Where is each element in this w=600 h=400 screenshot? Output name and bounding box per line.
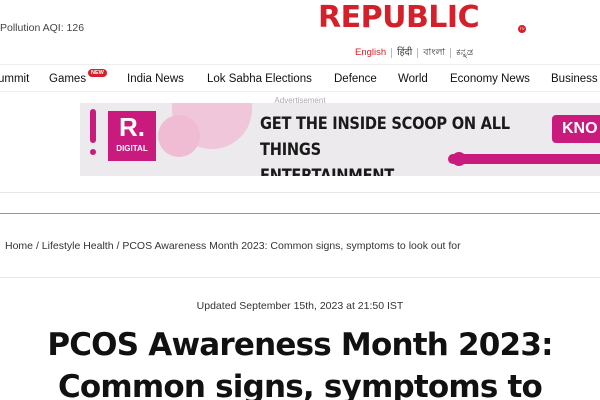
breadcrumb-lifestyle-health[interactable]: Lifestyle Health — [42, 240, 114, 252]
breadcrumb-separator: / — [35, 240, 39, 252]
top-header: Pollution AQI: 126 REPUBLIC TV — [0, 0, 600, 44]
divider — [0, 277, 600, 278]
nav-item-games[interactable]: Games — [49, 73, 86, 85]
ad-headline: GET THE INSIDE SCOOP ON ALL THINGS ENTER… — [260, 111, 518, 176]
lang-bangla[interactable]: বাংলা — [418, 48, 452, 58]
republic-logo[interactable]: REPUBLIC — [318, 2, 480, 34]
nav-item-business[interactable]: Business — [551, 73, 598, 85]
new-badge: NEW — [88, 69, 107, 77]
ad-headline-line2: ENTERTAINMENT — [260, 166, 395, 176]
breadcrumb-separator: / — [116, 240, 120, 252]
exclamation-icon — [90, 109, 96, 143]
nav-item-lok-sabha-elections[interactable]: Lok Sabha Elections — [207, 73, 312, 85]
nav-item-economy-news[interactable]: Economy News — [450, 73, 530, 85]
language-switcher: English हिंदी বাংলা ಕನ್ನಡ — [355, 48, 478, 58]
ad-decor-dot — [452, 152, 466, 166]
breadcrumb: Home / Lifestyle Health / PCOS Awareness… — [5, 240, 461, 252]
ad-banner[interactable]: R. DIGITAL GET THE INSIDE SCOOP ON ALL T… — [80, 103, 600, 176]
logo-tv-badge: TV — [518, 25, 526, 33]
r-logo-sub: DIGITAL — [116, 144, 148, 153]
lang-kannada[interactable]: ಕನ್ನಡ — [451, 48, 478, 58]
main-nav: ummit Games NEW India News Lok Sabha Ele… — [0, 64, 600, 92]
pollution-aqi: Pollution AQI: 126 — [0, 22, 85, 34]
article-title-line2: Common signs, symptoms to — [57, 369, 543, 400]
nav-item-world[interactable]: World — [398, 73, 428, 85]
divider — [0, 192, 600, 193]
article-title: PCOS Awareness Month 2023: Common signs,… — [0, 324, 600, 400]
breadcrumb-current-article: PCOS Awareness Month 2023: Common signs,… — [122, 240, 461, 252]
lang-hindi[interactable]: हिंदी — [392, 48, 419, 58]
decor-circle-small — [158, 115, 200, 157]
breadcrumb-home[interactable]: Home — [5, 240, 33, 252]
ad-decor-bar — [448, 154, 600, 164]
nav-item-defence[interactable]: Defence — [334, 73, 377, 85]
article-title-line1: PCOS Awareness Month 2023: — [47, 327, 553, 363]
nav-item-india-news[interactable]: India News — [127, 73, 184, 85]
exclamation-dot — [90, 149, 96, 155]
r-logo-letter: R. — [119, 112, 145, 142]
article-updated-time: Updated September 15th, 2023 at 21:50 IS… — [196, 300, 404, 312]
r-digital-logo: R. DIGITAL — [108, 111, 156, 161]
ad-cta-button[interactable]: KNO — [552, 115, 600, 143]
nav-item-summit[interactable]: ummit — [0, 73, 29, 85]
lang-english[interactable]: English — [355, 48, 393, 58]
accent-divider — [0, 213, 600, 214]
